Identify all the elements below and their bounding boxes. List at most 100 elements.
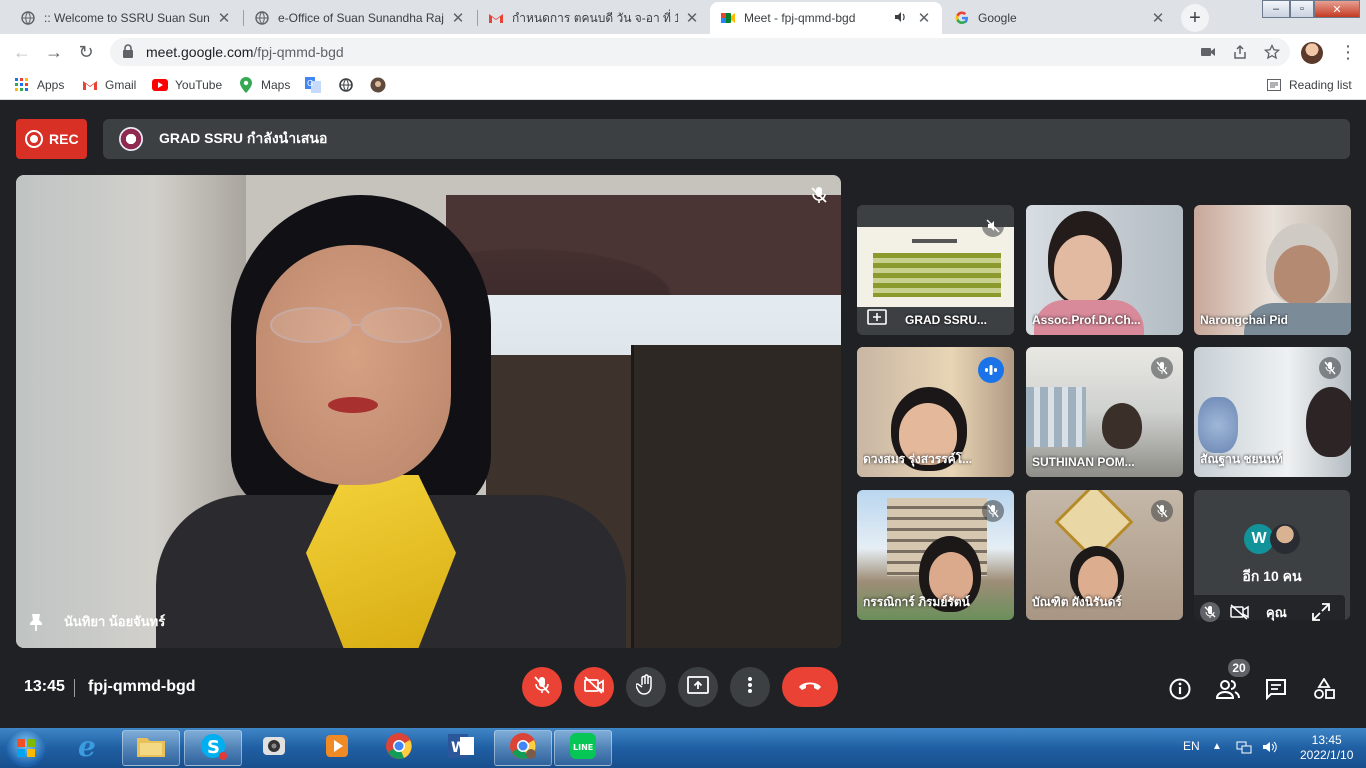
back-button[interactable]: ←: [10, 40, 34, 64]
maximize-window-button[interactable]: ▫: [1290, 0, 1314, 18]
network-icon[interactable]: [1236, 740, 1252, 759]
chat-icon[interactable]: [1264, 677, 1288, 701]
participant-tile[interactable]: GRAD SSRU...: [857, 205, 1014, 335]
hand-icon: [635, 673, 656, 701]
rec-label: REC: [49, 131, 79, 147]
taskbar-line[interactable]: LINE: [554, 730, 612, 766]
close-tab-icon[interactable]: ✕: [684, 9, 700, 27]
toggle-mic-button[interactable]: [522, 667, 562, 707]
system-clock[interactable]: 13:45 2022/1/10: [1300, 733, 1353, 763]
bookmark-translate[interactable]: G: [305, 76, 328, 94]
camera-off-icon[interactable]: [1228, 600, 1252, 624]
webcam-icon: [260, 732, 290, 765]
presentation-banner[interactable]: GRAD SSRU กำลังนำเสนอ: [103, 119, 1350, 159]
tab-e-office[interactable]: e-Office of Suan Sunandha Raja ✕: [244, 2, 476, 34]
toggle-camera-button[interactable]: [574, 667, 614, 707]
youtube-icon: [152, 77, 168, 93]
url-domain: meet.google.com: [146, 44, 254, 60]
people-icon[interactable]: [1216, 677, 1240, 701]
participant-tile[interactable]: กรรณิการ์ ภิรมย์รัตน์: [857, 490, 1014, 620]
participant-tile[interactable]: Narongchai Pid: [1194, 205, 1351, 335]
taskbar-chrome-profile[interactable]: [494, 730, 552, 766]
ssru-logo-icon: [119, 127, 143, 151]
meeting-details-icon[interactable]: [1168, 677, 1192, 701]
taskbar-camera-app[interactable]: [246, 730, 304, 766]
main-video[interactable]: นันทิยา น้อยจันทร์: [16, 175, 841, 648]
speaker-figure: [270, 307, 442, 343]
bookmark-youtube[interactable]: YouTube: [152, 76, 222, 94]
camera-in-use-icon[interactable]: [1200, 44, 1216, 60]
reading-list-button[interactable]: Reading list: [1266, 76, 1352, 94]
pin-icon[interactable]: [28, 613, 44, 631]
reading-list-icon: [1266, 77, 1282, 93]
bookmark-star-icon[interactable]: [1263, 43, 1281, 60]
close-tab-icon[interactable]: ✕: [1150, 9, 1166, 27]
tab-google[interactable]: Google ✕: [944, 2, 1176, 34]
input-language[interactable]: EN: [1183, 739, 1200, 753]
bookmark-maps[interactable]: Maps: [238, 76, 290, 94]
chrome-menu-icon[interactable]: ⋮: [1338, 42, 1358, 62]
forward-button[interactable]: →: [42, 40, 66, 64]
close-window-button[interactable]: ✕: [1314, 0, 1360, 18]
meeting-code[interactable]: fpj-qmmd-bgd: [88, 678, 196, 696]
profile-avatar[interactable]: [1301, 42, 1323, 64]
lock-icon[interactable]: [122, 43, 136, 61]
close-tab-icon[interactable]: ✕: [216, 9, 232, 27]
tile-name: สัณฐาน ชยนนท์: [1200, 452, 1283, 466]
mic-off-icon[interactable]: [1198, 600, 1222, 624]
speaker-name-label: นันทิยา น้อยจันทร์: [64, 614, 166, 629]
reload-button[interactable]: ↻: [74, 40, 98, 64]
present-screen-icon: [867, 309, 887, 325]
divider: [74, 679, 75, 697]
chrome-icon: [508, 731, 538, 766]
meet-area: REC GRAD SSRU กำลังนำเสนอ นันทิยา น้อยจั…: [0, 101, 1366, 728]
volume-icon[interactable]: [1262, 740, 1278, 759]
bookmark-globe[interactable]: [338, 76, 361, 94]
globe-icon: [254, 10, 270, 26]
bookmark-avatar[interactable]: [370, 76, 393, 94]
taskbar-skype[interactable]: S: [184, 730, 242, 766]
close-tab-icon[interactable]: ✕: [450, 9, 466, 27]
bookmark-gmail[interactable]: Gmail: [82, 76, 136, 94]
tab-meet[interactable]: Meet - fpj-qmmd-bgd ✕: [710, 2, 942, 34]
taskbar-media-player[interactable]: [308, 730, 366, 766]
taskbar-word[interactable]: W: [432, 730, 490, 766]
meeting-clock: 13:45: [24, 678, 65, 695]
present-now-button[interactable]: [678, 667, 718, 707]
folder-icon: [136, 734, 166, 763]
share-icon[interactable]: [1232, 44, 1248, 60]
leave-call-button[interactable]: [782, 667, 838, 707]
start-button[interactable]: [6, 729, 46, 767]
tab-ssru-welcome[interactable]: :: Welcome to SSRU Suan Sunan ✕: [10, 2, 242, 34]
minimize-window-button[interactable]: ‒: [1262, 0, 1290, 18]
address-bar[interactable]: meet.google.com/fpj-qmmd-bgd: [110, 38, 1290, 66]
expand-icon[interactable]: [1309, 600, 1333, 624]
close-tab-icon[interactable]: ✕: [916, 9, 932, 27]
raise-hand-button[interactable]: [626, 667, 666, 707]
audio-playing-icon[interactable]: [894, 11, 910, 26]
word-icon: W: [446, 732, 476, 765]
bookmark-label: YouTube: [175, 78, 223, 92]
participant-tile[interactable]: Assoc.Prof.Dr.Ch...: [1026, 205, 1183, 335]
participant-figure: [1306, 387, 1351, 457]
participant-tile[interactable]: SUTHINAN POM...: [1026, 347, 1183, 477]
taskbar-chrome[interactable]: [370, 730, 428, 766]
tile-name: Narongchai Pid: [1200, 313, 1289, 327]
participant-tile-speaking[interactable]: ดวงสมร รุ่งสวรรค์โ...: [857, 347, 1014, 477]
recording-indicator[interactable]: REC: [16, 119, 87, 159]
show-hidden-icons-icon[interactable]: ▲: [1212, 741, 1222, 752]
participant-tile[interactable]: สัณฐาน ชยนนท์: [1194, 347, 1351, 477]
more-vert-icon: [747, 676, 753, 699]
muted-icon: [982, 215, 1004, 237]
svg-text:W: W: [451, 740, 466, 756]
taskbar-explorer[interactable]: [122, 730, 180, 766]
participant-tile[interactable]: บัณฑิต ผังนิรันดร์: [1026, 490, 1183, 620]
video-background: [1026, 387, 1086, 447]
taskbar-ie[interactable]: e: [60, 730, 118, 766]
activities-icon[interactable]: [1312, 677, 1336, 701]
new-tab-button[interactable]: +: [1181, 4, 1209, 32]
bookmark-apps[interactable]: Apps: [14, 76, 64, 94]
more-options-button[interactable]: [730, 667, 770, 707]
tab-gmail-schedule[interactable]: กำหนดการ ตคนบดี วัน จ-อา ที่ 10-16 ✕: [478, 2, 710, 34]
tab-title: e-Office of Suan Sunandha Raja: [278, 11, 444, 25]
